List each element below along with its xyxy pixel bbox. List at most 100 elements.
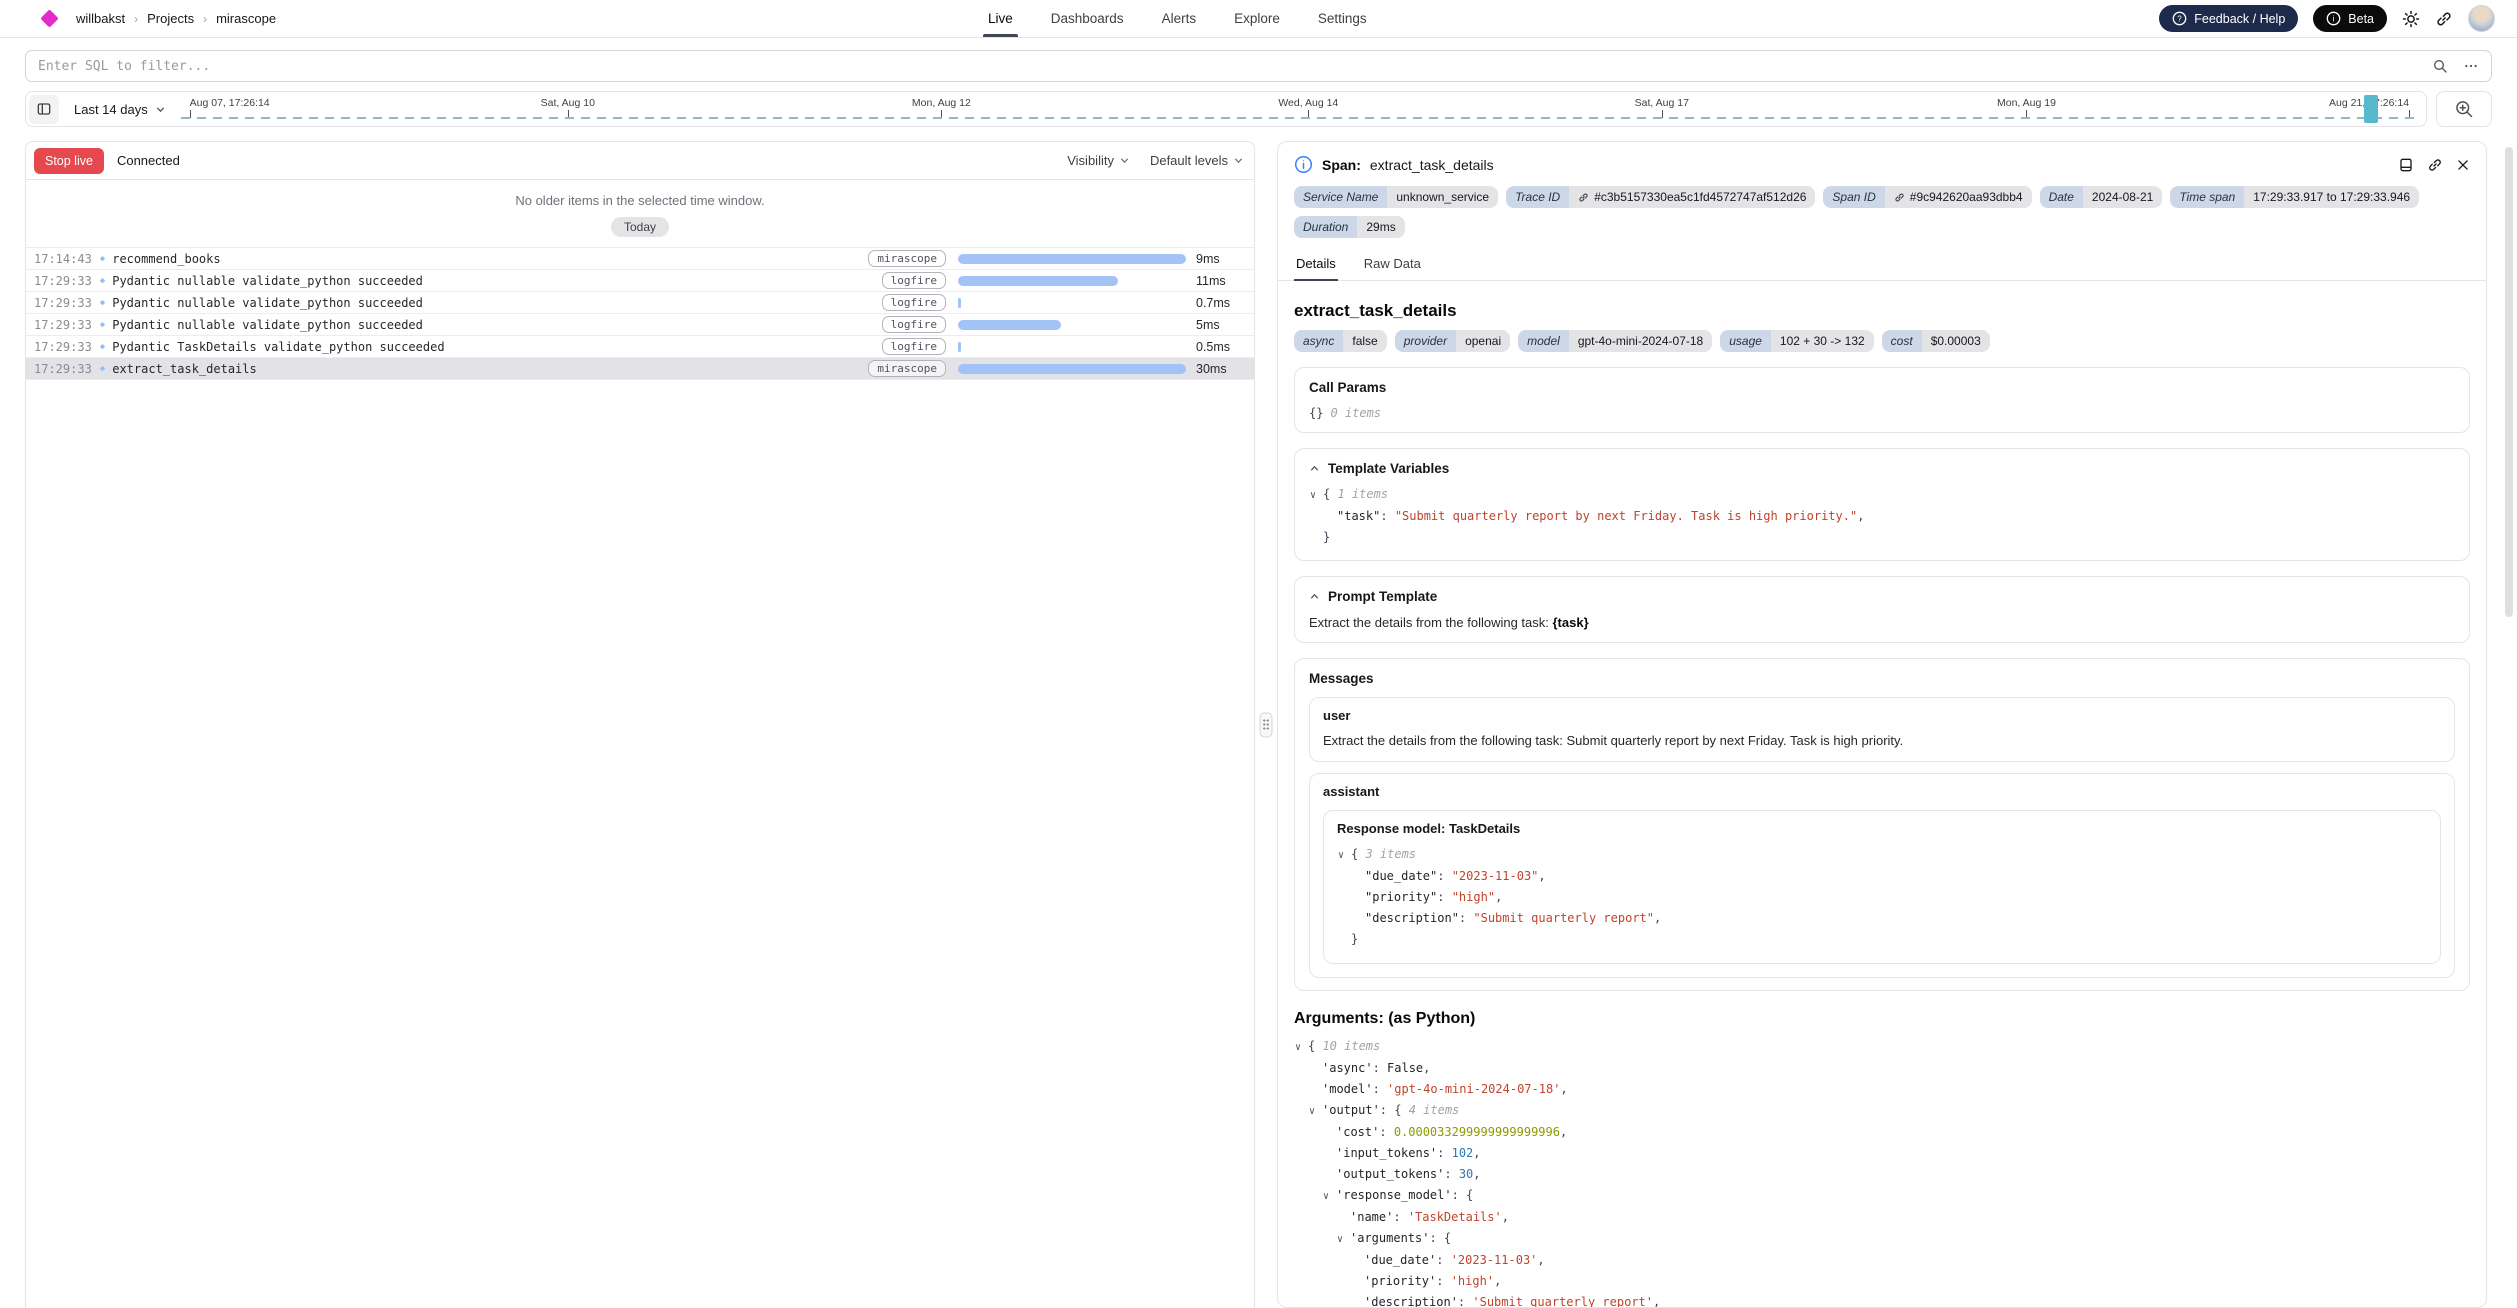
tab-raw-data[interactable]: Raw Data (1362, 251, 1423, 280)
beta-label: Beta (2348, 12, 2374, 26)
duration-bar (958, 342, 961, 352)
badge-value: gpt-4o-mini-2024-07-18 (1569, 330, 1712, 352)
collapse-button[interactable] (1309, 463, 1320, 474)
svg-text:?: ? (2178, 15, 2183, 24)
call-params-body: {}0 items (1309, 406, 2455, 420)
log-duration: 0.7ms (1196, 296, 1254, 310)
collapse-chevron-icon[interactable]: ∨ (1295, 1037, 1308, 1058)
log-row[interactable]: 17:14:43◆recommend_booksmirascope9ms (26, 248, 1254, 270)
chevron-up-icon (1309, 463, 1320, 474)
collapse-button[interactable] (1309, 591, 1320, 602)
duration-bar (958, 276, 1118, 286)
breadcrumb-org[interactable]: willbakst (76, 11, 125, 26)
close-panel-button[interactable] (2456, 158, 2470, 172)
prompt-variable: {task} (1553, 615, 1589, 630)
log-row[interactable]: 17:29:33◆Pydantic nullable validate_pyth… (26, 292, 1254, 314)
time-range-dropdown[interactable]: Last 14 days (59, 102, 181, 117)
json-line: "due_date": "2023-11-03", (1337, 866, 2427, 887)
stop-live-button[interactable]: Stop live (34, 148, 104, 174)
grip-dots-icon (1263, 719, 1270, 731)
span-tabs: Details Raw Data (1278, 251, 2486, 281)
sun-icon (2402, 10, 2420, 28)
live-feed-header: Stop live Connected Visibility Default l… (26, 142, 1254, 180)
span-diamond-icon: ◆ (100, 276, 105, 286)
timeline-tick-label: Aug 07, 17:26:14 (190, 97, 270, 109)
timeline-selection[interactable] (2364, 95, 2378, 123)
more-options-button[interactable] (2463, 58, 2479, 74)
span-meta-row: Service Nameunknown_serviceTrace ID#c3b5… (1294, 186, 2470, 238)
log-time: 17:29:33 (34, 274, 92, 288)
collapse-chevron-icon[interactable]: ∨ (1309, 1101, 1322, 1122)
badge-label: provider (1395, 330, 1456, 352)
live-feed-controls: Visibility Default levels (1067, 153, 1244, 168)
window-scrollbar[interactable] (2505, 147, 2513, 617)
log-row[interactable]: 17:29:33◆Pydantic TaskDetails validate_p… (26, 336, 1254, 358)
timeline-tick-label: Mon, Aug 19 (1997, 97, 2056, 109)
main-tabs: Live Dashboards Alerts Explore Settings (988, 0, 1367, 37)
json-line: 'name': 'TaskDetails', (1294, 1207, 2470, 1228)
badge-value: 102 + 30 -> 132 (1771, 330, 1874, 352)
duration-bar (958, 364, 1186, 374)
collapse-chevron-icon[interactable]: ∨ (1337, 1229, 1350, 1250)
timeline-tick-mark (190, 110, 191, 118)
badge-value[interactable]: #c3b5157330ea5c1fd4572747af512d26 (1569, 186, 1815, 208)
duration-bar-track (958, 320, 1186, 330)
panel-icon (36, 101, 52, 117)
search-button[interactable] (2432, 58, 2448, 74)
collapse-chevron-icon[interactable]: ∨ (1310, 485, 1323, 506)
tab-live[interactable]: Live (988, 0, 1013, 37)
duration-bar-track (958, 298, 1186, 308)
timeline-tick-label: Sat, Aug 10 (541, 97, 595, 109)
badge-value: openai (1456, 330, 1510, 352)
visibility-dropdown[interactable]: Visibility (1067, 153, 1130, 168)
collapse-chevron-icon[interactable]: ∨ (1323, 1186, 1336, 1207)
log-row[interactable]: 17:29:33◆Pydantic nullable validate_pyth… (26, 270, 1254, 292)
log-row[interactable]: 17:29:33◆extract_task_detailsmirascope30… (26, 358, 1254, 380)
breadcrumb-projects[interactable]: Projects (147, 11, 194, 26)
feedback-help-button[interactable]: ? Feedback / Help (2159, 5, 2298, 32)
log-time: 17:29:33 (34, 362, 92, 376)
badge-label: Service Name (1294, 186, 1387, 208)
meta-badge: Time span17:29:33.917 to 17:29:33.946 (2170, 186, 2419, 208)
tab-settings[interactable]: Settings (1318, 0, 1367, 37)
empty-window-notice: No older items in the selected time wind… (26, 193, 1254, 208)
json-line: 'description': 'Submit quarterly report'… (1294, 1292, 2470, 1307)
message-role: user (1323, 708, 2441, 723)
theme-toggle-button[interactable] (2402, 10, 2420, 28)
copy-link-button[interactable] (2427, 157, 2443, 173)
tab-details[interactable]: Details (1294, 251, 1338, 280)
template-variables-card: Template Variables ∨{ 1 items"task": "Su… (1294, 448, 2470, 561)
breadcrumb-project[interactable]: mirascope (216, 11, 276, 26)
timeline-track[interactable]: Aug 07, 17:26:14Sat, Aug 10Mon, Aug 12We… (181, 94, 2418, 124)
beta-button[interactable]: i Beta (2313, 5, 2387, 32)
default-levels-dropdown[interactable]: Default levels (1150, 153, 1244, 168)
meta-badge: Span ID#9c942620aa93dbb4 (1823, 186, 2031, 208)
logo-icon[interactable] (40, 9, 58, 27)
dock-panel-button[interactable] (2398, 157, 2414, 173)
span-detail-body: extract_task_details asyncfalseprovidero… (1294, 281, 2470, 1307)
divider-grip-handle[interactable] (1260, 712, 1273, 737)
tab-dashboards[interactable]: Dashboards (1051, 0, 1124, 37)
log-duration: 5ms (1196, 318, 1254, 332)
sql-filter-input[interactable] (38, 59, 2417, 74)
meta-badge: Duration29ms (1294, 216, 1405, 238)
timeline-zoom-button[interactable] (2436, 91, 2492, 127)
log-row[interactable]: 17:29:33◆Pydantic nullable validate_pyth… (26, 314, 1254, 336)
log-duration: 0.5ms (1196, 340, 1254, 354)
log-name: Pydantic nullable validate_python succee… (112, 318, 423, 332)
tab-alerts[interactable]: Alerts (1162, 0, 1197, 37)
json-line: ∨{ 10 items (1294, 1036, 2470, 1058)
log-tag: mirascope (868, 360, 946, 377)
badge-value[interactable]: #9c942620aa93dbb4 (1885, 186, 2032, 208)
breadcrumb: willbakst › Projects › mirascope (76, 11, 276, 26)
json-line: ∨{ 1 items (1309, 484, 2455, 506)
arguments-json: ∨{ 10 items'async': False,'model': 'gpt-… (1294, 1036, 2470, 1307)
span-kind-label: Span: (1322, 157, 1361, 173)
avatar[interactable] (2468, 5, 2495, 32)
tab-explore[interactable]: Explore (1234, 0, 1280, 37)
collapse-chevron-icon[interactable]: ∨ (1338, 845, 1351, 866)
share-link-button[interactable] (2435, 10, 2453, 28)
attribute-badge: modelgpt-4o-mini-2024-07-18 (1518, 330, 1712, 352)
sidebar-toggle-button[interactable] (29, 95, 59, 124)
messages-title: Messages (1309, 671, 1374, 686)
